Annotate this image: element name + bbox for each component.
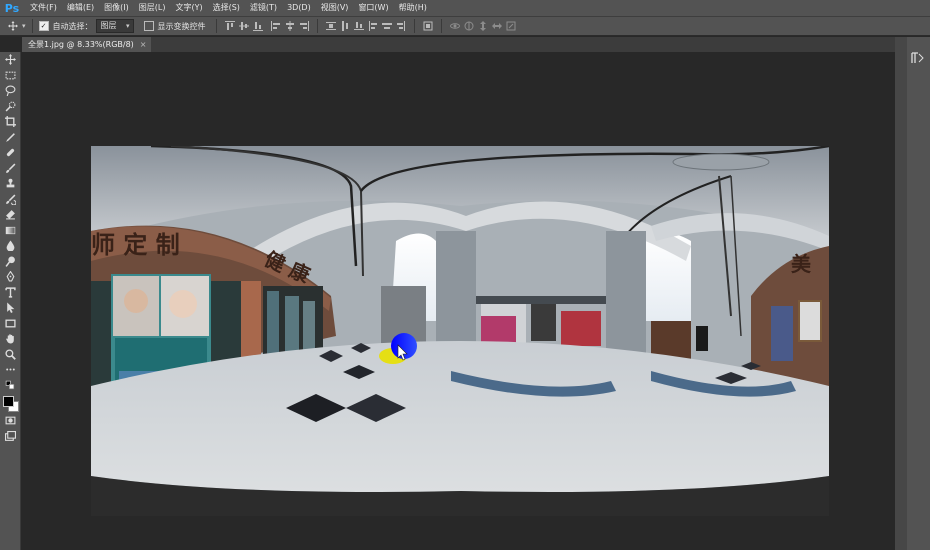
menu-select[interactable]: 选择(S): [208, 0, 245, 16]
sign-left-text: 师 定 制: [91, 230, 180, 259]
screen-mode-icon[interactable]: [0, 429, 20, 445]
transform-controls-label: 显示变换控件: [157, 21, 206, 31]
pen-tool-icon[interactable]: [0, 269, 20, 285]
menu-type[interactable]: 文字(Y): [170, 0, 207, 16]
zoom-tool-icon[interactable]: [0, 347, 20, 363]
document-tab[interactable]: 全景1.jpg @ 8.33%(RGB/8) ×: [22, 37, 151, 52]
close-icon[interactable]: ×: [140, 40, 147, 49]
document-tab-label: 全景1.jpg @ 8.33%(RGB/8): [28, 40, 134, 49]
crop-tool-icon[interactable]: [0, 114, 20, 130]
3d-scale-icon[interactable]: [506, 21, 516, 31]
history-brush-tool-icon[interactable]: [0, 192, 20, 208]
foreground-color-swatch[interactable]: [3, 396, 14, 407]
quick-mask-icon[interactable]: [0, 413, 20, 429]
more-tools-icon[interactable]: [0, 362, 20, 378]
right-panel-dock: [907, 37, 930, 550]
distribute-right-icon[interactable]: [396, 21, 406, 31]
menu-help[interactable]: 帮助(H): [394, 0, 432, 16]
tools-panel: [0, 52, 21, 550]
menu-view[interactable]: 视图(V): [316, 0, 354, 16]
distribute-left-icon[interactable]: [368, 21, 378, 31]
move-tool-icon[interactable]: [0, 52, 20, 68]
align-right-icon[interactable]: [299, 21, 309, 31]
move-tool-preset-icon[interactable]: [8, 21, 18, 31]
distribute-hcenter-icon[interactable]: [381, 21, 392, 31]
menu-bar: Ps 文件(F) 编辑(E) 图像(I) 图层(L) 文字(Y) 选择(S) 滤…: [0, 0, 930, 16]
menu-3d[interactable]: 3D(D): [282, 0, 316, 16]
path-select-tool-icon[interactable]: [0, 300, 20, 316]
auto-select-label: 自动选择：: [52, 21, 93, 31]
divider: [440, 19, 442, 33]
options-bar: ▾ ✓ 自动选择： 图层 显示变换控件: [0, 16, 930, 36]
blur-tool-icon[interactable]: [0, 238, 20, 254]
menu-image[interactable]: 图像(I): [99, 0, 134, 16]
quick-select-tool-icon[interactable]: [0, 99, 20, 115]
sign-right-text: 美: [791, 252, 812, 276]
hand-tool-icon[interactable]: [0, 331, 20, 347]
align-hcenter-icon[interactable]: [285, 21, 295, 31]
distribute-bottom-icon[interactable]: [353, 21, 364, 31]
lasso-tool-icon[interactable]: [0, 83, 20, 99]
align-vcenter-icon[interactable]: [238, 21, 249, 31]
3d-slide-icon[interactable]: [491, 21, 502, 31]
3d-pan-icon[interactable]: [478, 21, 488, 31]
dodge-tool-icon[interactable]: [0, 254, 20, 270]
menu-edit[interactable]: 编辑(E): [62, 0, 99, 16]
distribute-vcenter-icon[interactable]: [340, 21, 350, 31]
canvas-area[interactable]: 师 定 制 健 康 美: [22, 52, 895, 550]
photoshop-logo: Ps: [4, 1, 20, 15]
divider: [413, 19, 415, 33]
marquee-tool-icon[interactable]: [0, 68, 20, 84]
divider: [316, 19, 318, 33]
align-top-icon[interactable]: [224, 21, 235, 31]
healing-brush-tool-icon[interactable]: [0, 145, 20, 161]
brush-tool-icon[interactable]: [0, 161, 20, 177]
3d-orbit-icon[interactable]: [449, 21, 460, 31]
align-left-icon[interactable]: [270, 21, 281, 31]
clone-stamp-tool-icon[interactable]: [0, 176, 20, 192]
vertical-scrollbar[interactable]: [895, 37, 907, 550]
type-tool-icon[interactable]: [0, 285, 20, 301]
menu-filter[interactable]: 滤镜(T): [245, 0, 282, 16]
menu-file[interactable]: 文件(F): [25, 0, 62, 16]
distribute-top-icon[interactable]: [325, 21, 336, 31]
document-tab-bar: 全景1.jpg @ 8.33%(RGB/8) ×: [22, 37, 895, 52]
auto-align-icon[interactable]: [423, 21, 433, 31]
auto-select-checkbox[interactable]: ✓: [38, 21, 49, 31]
gradient-tool-icon[interactable]: [0, 223, 20, 239]
panorama-image: 师 定 制 健 康 美: [91, 146, 829, 516]
menu-window[interactable]: 窗口(W): [353, 0, 393, 16]
auto-select-target-dropdown[interactable]: 图层: [95, 19, 134, 33]
document-canvas[interactable]: 师 定 制 健 康 美: [91, 146, 829, 516]
eyedropper-tool-icon[interactable]: [0, 130, 20, 146]
align-bottom-icon[interactable]: [252, 21, 263, 31]
chevron-down-icon[interactable]: ▾: [22, 22, 26, 30]
color-swatches: [0, 393, 20, 413]
divider: [31, 19, 33, 33]
rectangle-tool-icon[interactable]: [0, 316, 20, 332]
show-transform-controls-checkbox[interactable]: [143, 21, 154, 31]
eraser-tool-icon[interactable]: [0, 207, 20, 223]
default-colors-icon[interactable]: [0, 378, 20, 394]
menu-layer[interactable]: 图层(L): [134, 0, 171, 16]
paragraph-panel-icon[interactable]: [910, 52, 924, 64]
divider: [215, 19, 217, 33]
3d-roll-icon[interactable]: [464, 21, 474, 31]
